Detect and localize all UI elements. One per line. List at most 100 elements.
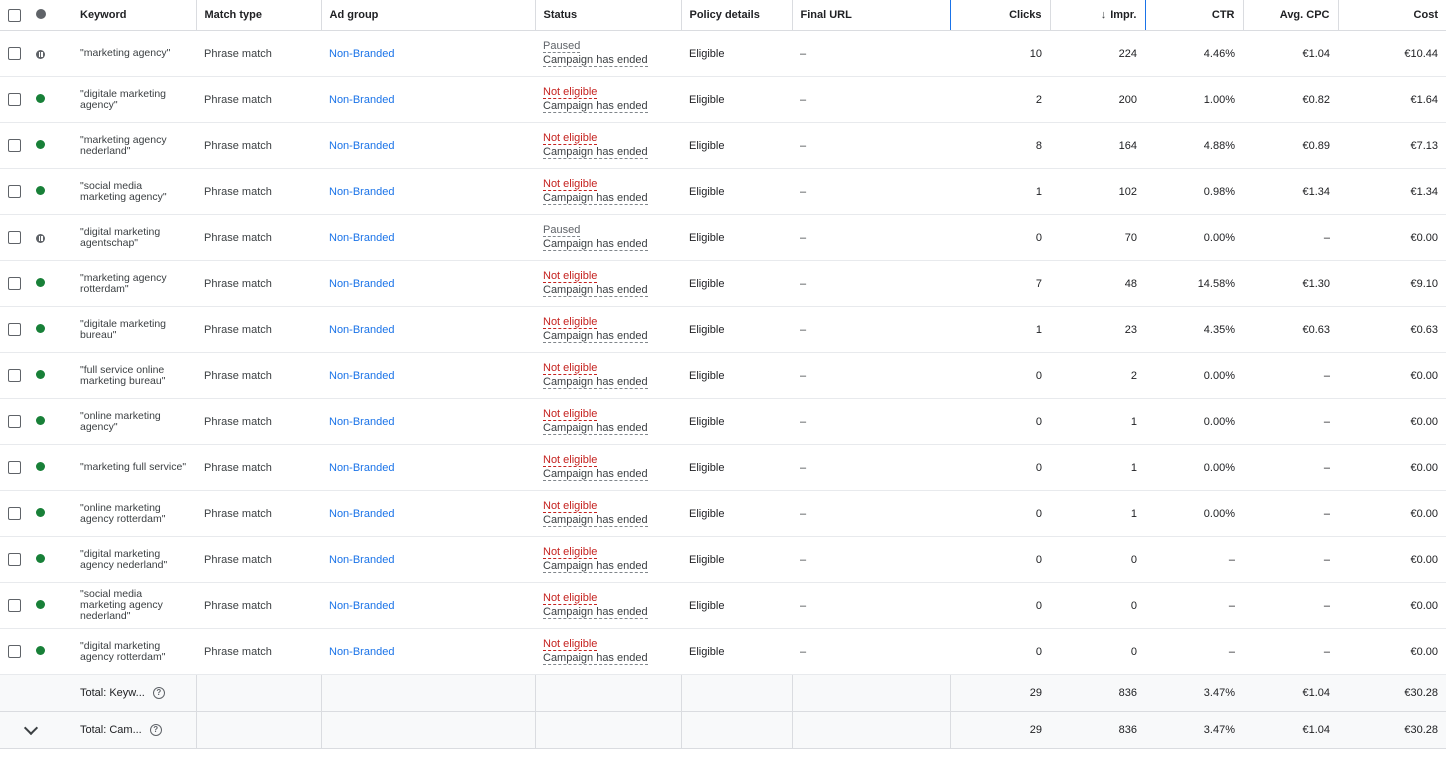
status-secondary[interactable]: Campaign has ended — [543, 376, 648, 389]
row-status-dot-cell[interactable] — [28, 76, 72, 123]
row-checkbox[interactable] — [8, 645, 21, 658]
keyword-cell[interactable]: "online marketing agency" — [72, 398, 196, 445]
ad-group-link[interactable]: Non-Branded — [329, 416, 394, 428]
row-status-dot-cell[interactable] — [28, 122, 72, 169]
status-primary[interactable]: Paused — [543, 224, 581, 237]
ad-group-cell[interactable]: Non-Branded — [321, 628, 535, 675]
column-header-match-type[interactable]: Match type — [196, 0, 322, 31]
ad-group-link[interactable]: Non-Branded — [329, 508, 394, 520]
status-primary[interactable]: Not eligible — [543, 270, 598, 283]
status-primary[interactable]: Paused — [543, 40, 581, 53]
status-secondary[interactable]: Campaign has ended — [543, 422, 648, 435]
select-all-checkbox-cell[interactable] — [0, 0, 28, 31]
row-checkbox[interactable] — [8, 369, 21, 382]
status-cell[interactable]: Not eligible Campaign has ended — [535, 260, 681, 307]
keyword-cell[interactable]: "digital marketing agency rotterdam" — [72, 628, 196, 675]
ad-group-link[interactable]: Non-Branded — [329, 186, 394, 198]
ad-group-link[interactable]: Non-Branded — [329, 232, 394, 244]
column-header-ad-group[interactable]: Ad group — [321, 0, 536, 31]
row-checkbox-cell[interactable] — [0, 628, 28, 675]
keyword-cell[interactable]: "digitale marketing bureau" — [72, 306, 196, 353]
status-secondary[interactable]: Campaign has ended — [543, 284, 648, 297]
table-row[interactable]: "marketing full service" Phrase match Non-… — [0, 444, 1446, 491]
table-row[interactable]: "marketing agency rotterdam" Phrase match… — [0, 260, 1446, 307]
total-expand-cell[interactable] — [23, 711, 72, 749]
row-status-dot-cell[interactable] — [28, 628, 72, 675]
ad-group-link[interactable]: Non-Branded — [329, 278, 394, 290]
ad-group-cell[interactable]: Non-Branded — [321, 260, 535, 307]
table-row[interactable]: "marketing agency" Phrase match Non-Brande… — [0, 30, 1446, 77]
status-cell[interactable]: Not eligible Campaign has ended — [535, 168, 681, 215]
status-secondary[interactable]: Campaign has ended — [543, 238, 648, 251]
row-checkbox[interactable] — [8, 507, 21, 520]
status-cell[interactable]: Not eligible Campaign has ended — [535, 444, 681, 491]
status-secondary[interactable]: Campaign has ended — [543, 606, 648, 619]
status-cell[interactable]: Not eligible Campaign has ended — [535, 352, 681, 399]
column-header-clicks[interactable]: Clicks — [950, 0, 1051, 31]
row-checkbox-cell[interactable] — [0, 30, 28, 77]
row-checkbox-cell[interactable] — [0, 490, 28, 537]
status-cell[interactable]: Not eligible Campaign has ended — [535, 76, 681, 123]
row-status-dot-cell[interactable] — [28, 398, 72, 445]
column-header-avg-cpc[interactable]: Avg. CPC — [1243, 0, 1339, 31]
table-row[interactable]: "online marketing agency rotterdam" Phras… — [0, 490, 1446, 537]
ad-group-link[interactable]: Non-Branded — [329, 646, 394, 658]
table-row[interactable]: "full service online marketing bureau" Ph… — [0, 352, 1446, 399]
status-primary[interactable]: Not eligible — [543, 316, 598, 329]
select-all-checkbox[interactable] — [8, 8, 21, 22]
status-primary[interactable]: Not eligible — [543, 132, 598, 145]
ad-group-cell[interactable]: Non-Branded — [321, 306, 535, 353]
row-checkbox-cell[interactable] — [0, 582, 28, 629]
row-status-dot-cell[interactable] — [28, 490, 72, 537]
status-secondary[interactable]: Campaign has ended — [543, 560, 648, 573]
ad-group-cell[interactable]: Non-Branded — [321, 582, 535, 629]
ad-group-cell[interactable]: Non-Branded — [321, 490, 535, 537]
status-secondary[interactable]: Campaign has ended — [543, 192, 648, 205]
status-primary[interactable]: Not eligible — [543, 362, 598, 375]
table-row[interactable]: "marketing agency nederland" Phrase match… — [0, 122, 1446, 169]
status-cell[interactable]: Paused Campaign has ended — [535, 214, 681, 261]
row-checkbox[interactable] — [8, 185, 21, 198]
table-row[interactable]: "digitale marketing bureau" Phrase match N… — [0, 306, 1446, 353]
keyword-cell[interactable]: "digital marketing agentschap" — [72, 214, 196, 261]
row-checkbox-cell[interactable] — [0, 352, 28, 399]
ad-group-link[interactable]: Non-Branded — [329, 140, 394, 152]
ad-group-cell[interactable]: Non-Branded — [321, 444, 535, 491]
keyword-cell[interactable]: "marketing agency nederland" — [72, 122, 196, 169]
status-primary[interactable]: Not eligible — [543, 86, 598, 99]
status-cell[interactable]: Not eligible Campaign has ended — [535, 582, 681, 629]
column-header-status[interactable]: Status — [535, 0, 682, 31]
status-cell[interactable]: Not eligible Campaign has ended — [535, 122, 681, 169]
ad-group-link[interactable]: Non-Branded — [329, 600, 394, 612]
row-checkbox[interactable] — [8, 599, 21, 612]
column-header-keyword[interactable]: Keyword — [72, 0, 197, 31]
ad-group-cell[interactable]: Non-Branded — [321, 352, 535, 399]
table-row[interactable]: "social media marketing agency" Phrase ma… — [0, 168, 1446, 215]
ad-group-link[interactable]: Non-Branded — [329, 94, 394, 106]
ad-group-cell[interactable]: Non-Branded — [321, 122, 535, 169]
help-icon[interactable]: ? — [152, 687, 165, 700]
table-row[interactable]: "digital marketing agentschap" Phrase mat… — [0, 214, 1446, 261]
status-cell[interactable]: Not eligible Campaign has ended — [535, 536, 681, 583]
row-status-dot-cell[interactable] — [28, 582, 72, 629]
row-status-dot-cell[interactable] — [28, 444, 72, 491]
row-checkbox-cell[interactable] — [0, 536, 28, 583]
column-header-ctr[interactable]: CTR — [1145, 0, 1244, 31]
ad-group-link[interactable]: Non-Branded — [329, 554, 394, 566]
ad-group-cell[interactable]: Non-Branded — [321, 398, 535, 445]
status-cell[interactable]: Not eligible Campaign has ended — [535, 306, 681, 353]
row-checkbox-cell[interactable] — [0, 214, 28, 261]
keyword-cell[interactable]: "full service online marketing bureau" — [72, 352, 196, 399]
keyword-cell[interactable]: "marketing agency rotterdam" — [72, 260, 196, 307]
row-checkbox-cell[interactable] — [0, 122, 28, 169]
status-secondary[interactable]: Campaign has ended — [543, 330, 648, 343]
row-checkbox-cell[interactable] — [0, 260, 28, 307]
row-checkbox[interactable] — [8, 415, 21, 428]
status-primary[interactable]: Not eligible — [543, 638, 598, 651]
row-status-dot-cell[interactable] — [28, 536, 72, 583]
status-cell[interactable]: Not eligible Campaign has ended — [535, 490, 681, 537]
row-checkbox-cell[interactable] — [0, 76, 28, 123]
status-cell[interactable]: Paused Campaign has ended — [535, 30, 681, 77]
status-primary[interactable]: Not eligible — [543, 500, 598, 513]
row-status-dot-cell[interactable] — [28, 306, 72, 353]
